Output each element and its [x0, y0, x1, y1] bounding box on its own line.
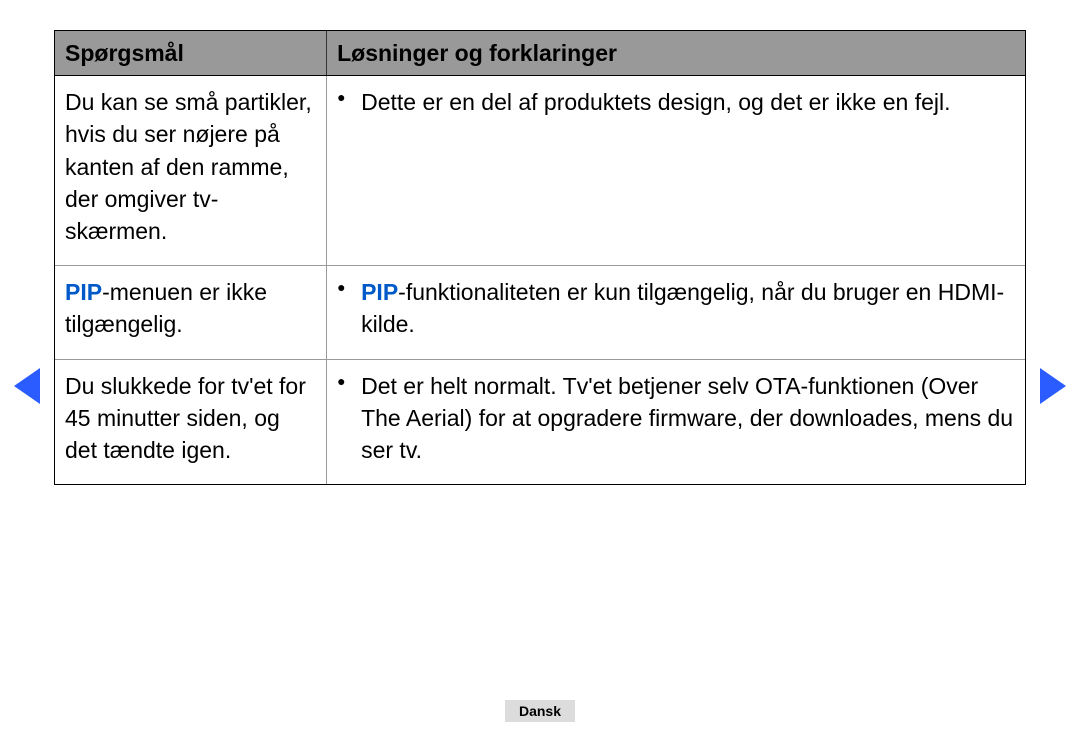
qa-table: Spørgsmål Løsninger og forklaringer Du k… [55, 31, 1025, 484]
qa-table-container: Spørgsmål Løsninger og forklaringer Du k… [54, 30, 1026, 485]
next-page-arrow[interactable] [1040, 368, 1066, 404]
solution-item: PIP-funktionaliteten er kun tilgængelig,… [331, 276, 1015, 340]
solution-item: Dette er en del af produktets design, og… [331, 86, 1015, 118]
solution-cell: Dette er en del af produktets design, og… [327, 76, 1025, 266]
question-cell: Du kan se små partikler, hvis du ser nøj… [55, 76, 327, 266]
solution-cell: PIP-funktionaliteten er kun tilgængelig,… [327, 266, 1025, 359]
pip-label: PIP [65, 279, 102, 305]
prev-page-arrow[interactable] [14, 368, 40, 404]
table-row: Du slukkede for tv'et for 45 minutter si… [55, 359, 1025, 484]
pip-label: PIP [361, 279, 398, 305]
solution-text: -funktionaliteten er kun tilgængelig, nå… [361, 279, 1004, 337]
table-row: PIP-menuen er ikke tilgængelig. PIP-funk… [55, 266, 1025, 359]
question-cell: Du slukkede for tv'et for 45 minutter si… [55, 359, 327, 484]
question-cell: PIP-menuen er ikke tilgængelig. [55, 266, 327, 359]
solution-item: Det er helt normalt. Tv'et betjener selv… [331, 370, 1015, 467]
footer-language: Dansk [0, 700, 1080, 722]
col-header-question: Spørgsmål [55, 31, 327, 76]
language-badge: Dansk [505, 700, 575, 722]
col-header-solution: Løsninger og forklaringer [327, 31, 1025, 76]
solution-cell: Det er helt normalt. Tv'et betjener selv… [327, 359, 1025, 484]
table-row: Du kan se små partikler, hvis du ser nøj… [55, 76, 1025, 266]
